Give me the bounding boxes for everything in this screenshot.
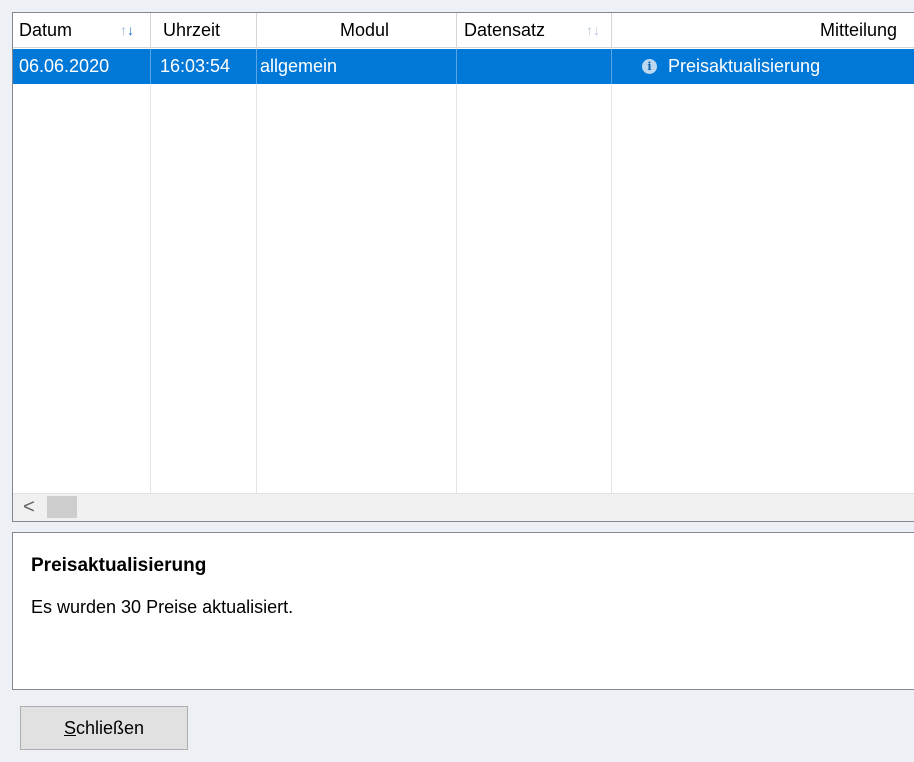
column-header-label: Datum (19, 20, 73, 40)
horizontal-scrollbar[interactable]: < (13, 493, 914, 521)
cell-modul: allgemein (260, 56, 338, 76)
cell-mitteilung: Preisaktualisierung (668, 56, 821, 76)
detail-message: Es wurden 30 Preise aktualisiert. (31, 597, 294, 617)
column-divider (456, 48, 457, 496)
column-header-label: Modul (340, 20, 390, 40)
log-table: Datum ↑↓ Uhrzeit Modul Datensatz ↑↓ Mitt… (12, 12, 914, 522)
close-button-label: chließen (75, 718, 145, 738)
detail-title: Preisaktualisierung (31, 555, 207, 576)
cell-divider (256, 49, 257, 84)
column-header-label: Datensatz (464, 20, 546, 40)
cell-divider (611, 49, 612, 84)
info-icon: i (642, 59, 657, 74)
column-header-modul[interactable]: Modul (257, 13, 457, 47)
close-button-accelerator: S (63, 718, 76, 738)
table-header: Datum ↑↓ Uhrzeit Modul Datensatz ↑↓ Mitt… (13, 13, 914, 48)
column-header-label: Uhrzeit (163, 20, 221, 40)
column-header-uhrzeit[interactable]: Uhrzeit (151, 13, 257, 47)
column-divider (256, 48, 257, 496)
detail-panel: Preisaktualisierung Es wurden 30 Preise … (12, 532, 914, 690)
cell-divider (456, 49, 457, 84)
sort-neutral-icon: ↑↓ (586, 22, 600, 38)
table-row[interactable]: 06.06.2020 16:03:54 allgemein i Preisakt… (13, 49, 914, 84)
scroll-left-icon[interactable]: < (13, 494, 45, 521)
table-body: 06.06.2020 16:03:54 allgemein i Preisakt… (13, 48, 914, 496)
column-divider (150, 48, 151, 496)
scrollbar-thumb[interactable] (47, 496, 77, 518)
cell-divider (150, 49, 151, 84)
column-header-datum[interactable]: Datum ↑↓ (13, 13, 151, 47)
sort-descending-icon: ↑↓ (120, 22, 134, 38)
column-divider (611, 48, 612, 496)
close-button[interactable]: Schließen (20, 706, 188, 750)
column-header-datensatz[interactable]: Datensatz ↑↓ (457, 13, 612, 47)
column-header-mitteilung[interactable]: Mitteilung (612, 13, 914, 47)
column-header-label: Mitteilung (820, 20, 898, 40)
cell-datum: 06.06.2020 (19, 56, 110, 76)
cell-uhrzeit: 16:03:54 (160, 56, 231, 76)
